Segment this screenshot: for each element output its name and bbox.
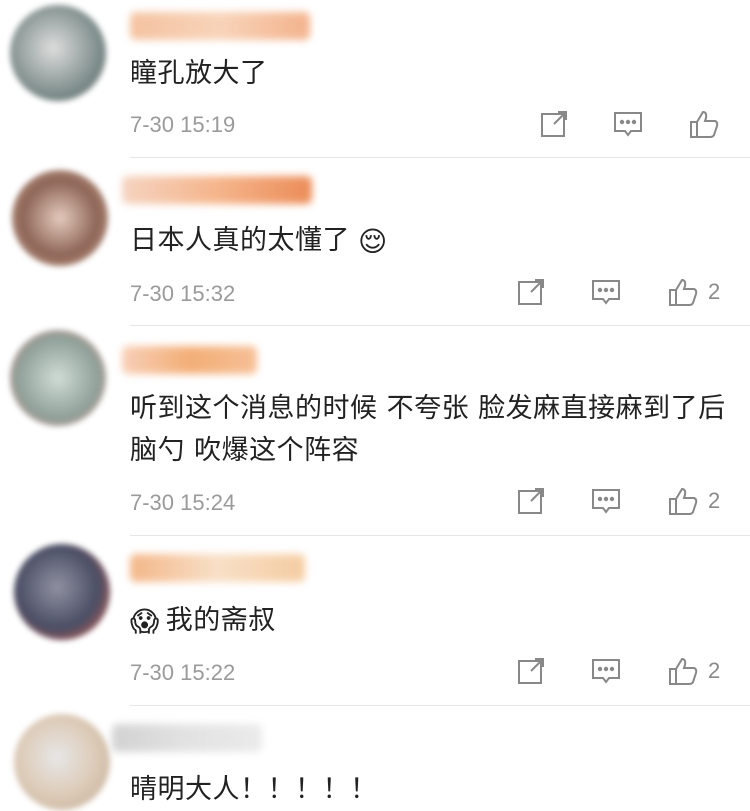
- username-blurred[interactable]: [112, 724, 262, 752]
- share-button[interactable]: [515, 276, 551, 312]
- comment-icon: [592, 489, 620, 514]
- thumbs-up-icon: [669, 278, 698, 306]
- thumbs-up-icon: [669, 657, 698, 685]
- share-icon: [518, 658, 544, 684]
- username-blurred[interactable]: [122, 346, 257, 374]
- comment-text: 瞳孔放大了: [130, 58, 268, 89]
- like-count: 2: [708, 488, 721, 513]
- like-count: 2: [708, 658, 721, 683]
- avatar[interactable]: [10, 5, 106, 101]
- share-icon: [518, 279, 544, 305]
- comment-text: 听到这个消息的时候 不夸张 脸发麻直接麻到了后脑勺 吹爆这个阵容: [130, 393, 726, 466]
- comment-icon: [592, 280, 620, 305]
- comment-actions: 2: [0, 276, 750, 312]
- avatar[interactable]: [12, 170, 108, 266]
- comment-item: 😱 我的斋叔 7-30 15:22 2: [0, 536, 750, 706]
- comment-item: 日本人真的太懂了 😌 7-30 15:32 2: [0, 158, 750, 326]
- avatar[interactable]: [10, 330, 106, 426]
- reply-button[interactable]: [590, 485, 626, 521]
- like-button[interactable]: [688, 108, 724, 144]
- comment-actions: [0, 108, 750, 144]
- comment-icon: [592, 659, 620, 684]
- avatar[interactable]: [14, 714, 110, 810]
- screaming-face-emoji: 😱: [130, 604, 160, 638]
- like-button[interactable]: [667, 485, 703, 521]
- thumbs-up-icon: [669, 487, 698, 515]
- comment-text: 晴明大人！！！！！: [130, 774, 378, 805]
- comment-item: 听到这个消息的时候 不夸张 脸发麻直接麻到了后脑勺 吹爆这个阵容 7-30 15…: [0, 326, 750, 536]
- like-button[interactable]: [667, 276, 703, 312]
- reply-button[interactable]: [612, 108, 648, 144]
- share-button[interactable]: [515, 485, 551, 521]
- like-count: 2: [708, 279, 721, 304]
- relieved-face-emoji: 😌: [358, 224, 388, 258]
- username-blurred[interactable]: [130, 554, 305, 582]
- share-icon: [541, 111, 567, 137]
- comment-text: 😱 我的斋叔: [130, 604, 276, 638]
- reply-button[interactable]: [590, 655, 626, 691]
- comment-item: 瞳孔放大了 7-30 15:19: [0, 0, 750, 158]
- username-blurred[interactable]: [130, 12, 310, 40]
- comment-item: 晴明大人！！！！！: [0, 706, 750, 810]
- reply-button[interactable]: [590, 276, 626, 312]
- comment-actions: 2: [0, 655, 750, 691]
- comment-actions: 2: [0, 485, 750, 521]
- avatar[interactable]: [14, 544, 110, 640]
- comment-text: 日本人真的太懂了 😌: [130, 224, 388, 258]
- share-button[interactable]: [538, 108, 574, 144]
- like-button[interactable]: [667, 655, 703, 691]
- comment-icon: [614, 112, 642, 137]
- share-icon: [518, 488, 544, 514]
- thumbs-up-icon: [690, 110, 719, 138]
- share-button[interactable]: [515, 655, 551, 691]
- username-blurred[interactable]: [122, 176, 312, 204]
